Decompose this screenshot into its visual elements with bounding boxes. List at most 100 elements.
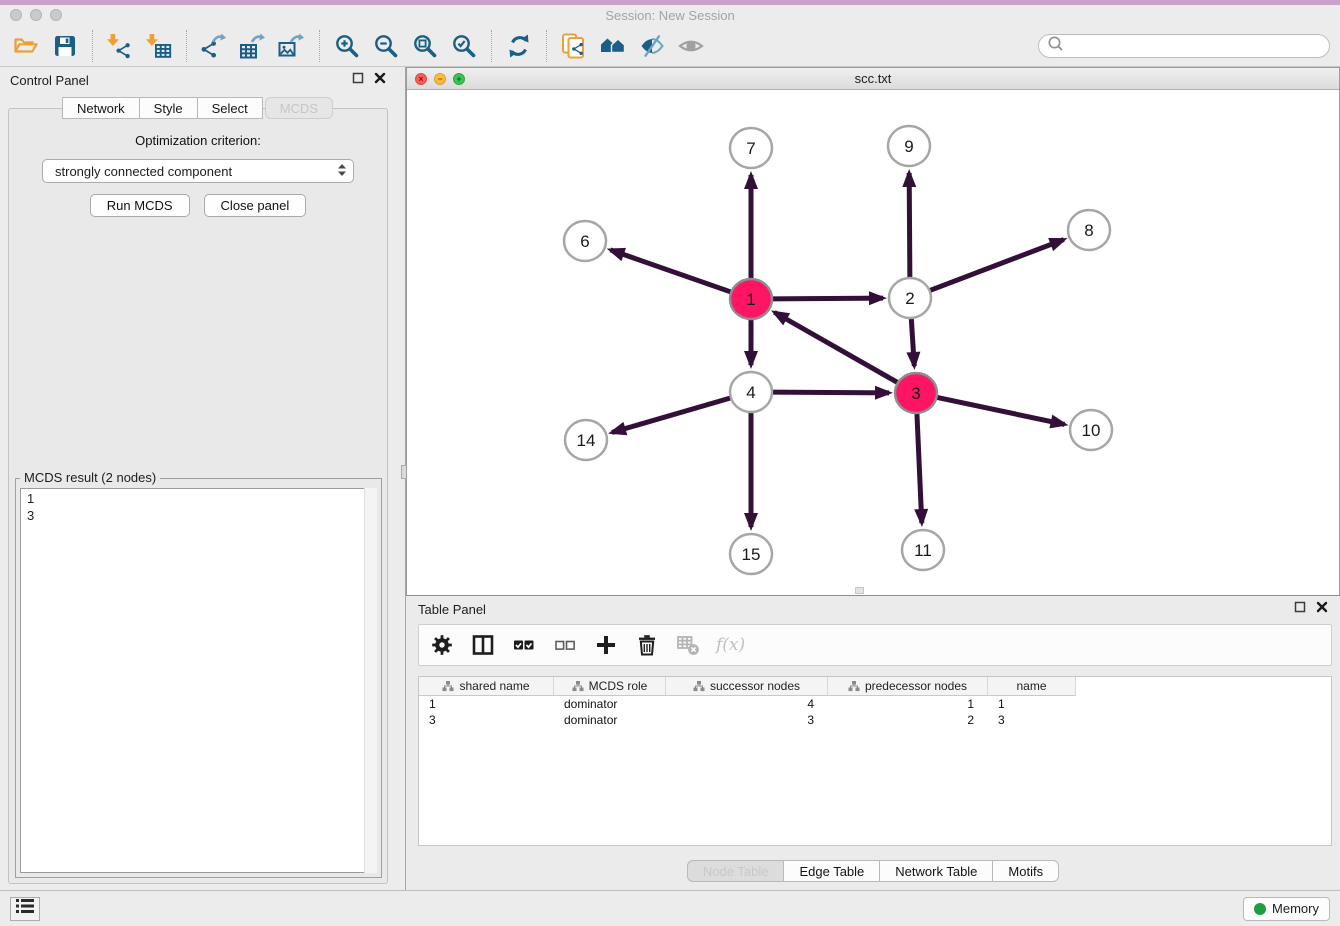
tab-motifs[interactable]: Motifs — [992, 860, 1059, 882]
table-cell[interactable]: dominator — [554, 712, 666, 728]
graph-node-6[interactable]: 6 — [564, 221, 606, 261]
mcds-result-list[interactable]: 1 3 — [20, 488, 377, 873]
graph-node-2[interactable]: 2 — [889, 278, 931, 318]
graph-node-7[interactable]: 7 — [730, 128, 772, 168]
float-panel-icon[interactable] — [352, 71, 364, 89]
mcds-result-title: MCDS result (2 nodes) — [20, 470, 160, 485]
table-cell[interactable]: 4 — [666, 696, 828, 712]
zoom-in-icon[interactable] — [331, 30, 363, 62]
network-graph[interactable]: 7 9 6 8 1 2 4 3 14 10 15 11 — [407, 90, 1339, 595]
save-session-icon[interactable] — [49, 30, 81, 62]
graph-edge-1-2[interactable] — [772, 298, 883, 299]
close-panel-icon[interactable] — [374, 71, 386, 89]
graph-edge-4-3[interactable] — [772, 392, 889, 393]
close-network-button[interactable]: × — [415, 73, 427, 85]
select-all-icon[interactable] — [509, 630, 539, 660]
panel-splitter[interactable] — [396, 67, 406, 890]
show-panels-button[interactable] — [10, 897, 40, 921]
table-cell[interactable]: 3 — [988, 712, 1076, 728]
apply-layout-icon[interactable] — [503, 30, 535, 62]
minimize-network-button[interactable]: − — [434, 73, 446, 85]
graph-edge-2-8[interactable] — [930, 240, 1064, 291]
close-table-panel-icon[interactable] — [1316, 600, 1328, 618]
control-panel-header: Control Panel — [0, 67, 396, 93]
column-header-MCDS-role[interactable]: MCDS role — [554, 677, 666, 696]
minimize-window-button[interactable] — [30, 9, 42, 21]
hide-selected-icon[interactable] — [636, 30, 668, 62]
clone-network-icon[interactable] — [558, 30, 590, 62]
tab-select[interactable]: Select — [197, 97, 263, 119]
first-neighbors-icon[interactable] — [597, 30, 629, 62]
svg-text:14: 14 — [577, 431, 596, 450]
table-cell[interactable]: 2 — [828, 712, 988, 728]
zoom-fit-icon[interactable] — [409, 30, 441, 62]
graph-node-14[interactable]: 14 — [565, 420, 607, 460]
svg-text:1: 1 — [746, 290, 755, 309]
search-input[interactable] — [1069, 38, 1321, 53]
table-cell[interactable]: 3 — [419, 712, 554, 728]
graph-edge-3-10[interactable] — [937, 397, 1065, 424]
memory-button[interactable]: Memory — [1243, 897, 1330, 921]
column-header-predecessor-nodes[interactable]: predecessor nodes — [828, 677, 988, 696]
close-panel-button[interactable]: Close panel — [204, 194, 307, 217]
svg-text:9: 9 — [904, 137, 913, 156]
table-cell[interactable]: 1 — [828, 696, 988, 712]
tab-edge-table[interactable]: Edge Table — [783, 860, 880, 882]
network-canvas[interactable]: 7 9 6 8 1 2 4 3 14 10 15 11 — [407, 90, 1339, 595]
column-header-shared-name[interactable]: shared name — [419, 677, 554, 696]
graph-edge-4-14[interactable] — [612, 398, 731, 433]
graph-node-3[interactable]: 3 — [895, 373, 937, 413]
canvas-grip[interactable] — [855, 587, 864, 594]
result-scrollbar[interactable] — [364, 488, 377, 873]
table-cell[interactable]: dominator — [554, 696, 666, 712]
table-body: 1dominator4113dominator323 — [419, 696, 1331, 728]
tab-node-table[interactable]: Node Table — [687, 860, 785, 882]
column-header-successor-nodes[interactable]: successor nodes — [666, 677, 828, 696]
table-cell[interactable]: 3 — [666, 712, 828, 728]
memory-status-dot — [1254, 903, 1266, 915]
zoom-network-button[interactable]: + — [453, 73, 465, 85]
tab-mcds[interactable]: MCDS — [265, 97, 333, 119]
zoom-selected-icon[interactable] — [448, 30, 480, 62]
graph-node-10[interactable]: 10 — [1070, 410, 1112, 450]
float-table-panel-icon[interactable] — [1294, 600, 1306, 618]
graph-node-15[interactable]: 15 — [730, 534, 772, 574]
graph-edge-1-6[interactable] — [610, 250, 731, 292]
close-window-button[interactable] — [10, 9, 22, 21]
deselect-all-icon[interactable] — [550, 630, 580, 660]
graph-edge-2-3[interactable] — [911, 319, 914, 366]
table-row[interactable]: 1dominator411 — [419, 696, 1331, 712]
search-box[interactable] — [1038, 34, 1330, 58]
open-file-icon[interactable] — [10, 30, 42, 62]
export-table-icon[interactable] — [237, 30, 269, 62]
import-table-icon[interactable] — [143, 30, 175, 62]
column-header-name[interactable]: name — [988, 677, 1076, 696]
zoom-out-icon[interactable] — [370, 30, 402, 62]
export-network-icon[interactable] — [198, 30, 230, 62]
delete-row-icon[interactable] — [632, 630, 662, 660]
graph-edge-2-9[interactable] — [909, 173, 910, 277]
table-cell[interactable]: 1 — [988, 696, 1076, 712]
svg-text:2: 2 — [905, 289, 914, 308]
graph-node-9[interactable]: 9 — [888, 126, 930, 166]
import-network-icon[interactable] — [104, 30, 136, 62]
zoom-window-button[interactable] — [50, 9, 62, 21]
tab-network-table[interactable]: Network Table — [879, 860, 993, 882]
tab-network[interactable]: Network — [62, 97, 140, 119]
add-row-icon[interactable] — [591, 630, 621, 660]
tab-style[interactable]: Style — [139, 97, 198, 119]
graph-node-1[interactable]: 1 — [730, 279, 772, 319]
export-image-icon[interactable] — [276, 30, 308, 62]
table-cell[interactable]: 1 — [419, 696, 554, 712]
graph-node-11[interactable]: 11 — [902, 530, 944, 570]
run-mcds-button[interactable]: Run MCDS — [90, 194, 190, 217]
show-columns-icon[interactable] — [468, 630, 498, 660]
criterion-dropdown[interactable]: strongly connected component — [42, 159, 354, 183]
graph-node-4[interactable]: 4 — [730, 372, 772, 412]
table-options-icon[interactable] — [427, 630, 457, 660]
graph-node-8[interactable]: 8 — [1068, 210, 1110, 250]
table-row[interactable]: 3dominator323 — [419, 712, 1331, 728]
graph-edge-3-11[interactable] — [917, 414, 922, 523]
node-table: shared nameMCDS rolesuccessor nodesprede… — [418, 676, 1332, 846]
graph-edge-3-1[interactable] — [774, 312, 897, 382]
